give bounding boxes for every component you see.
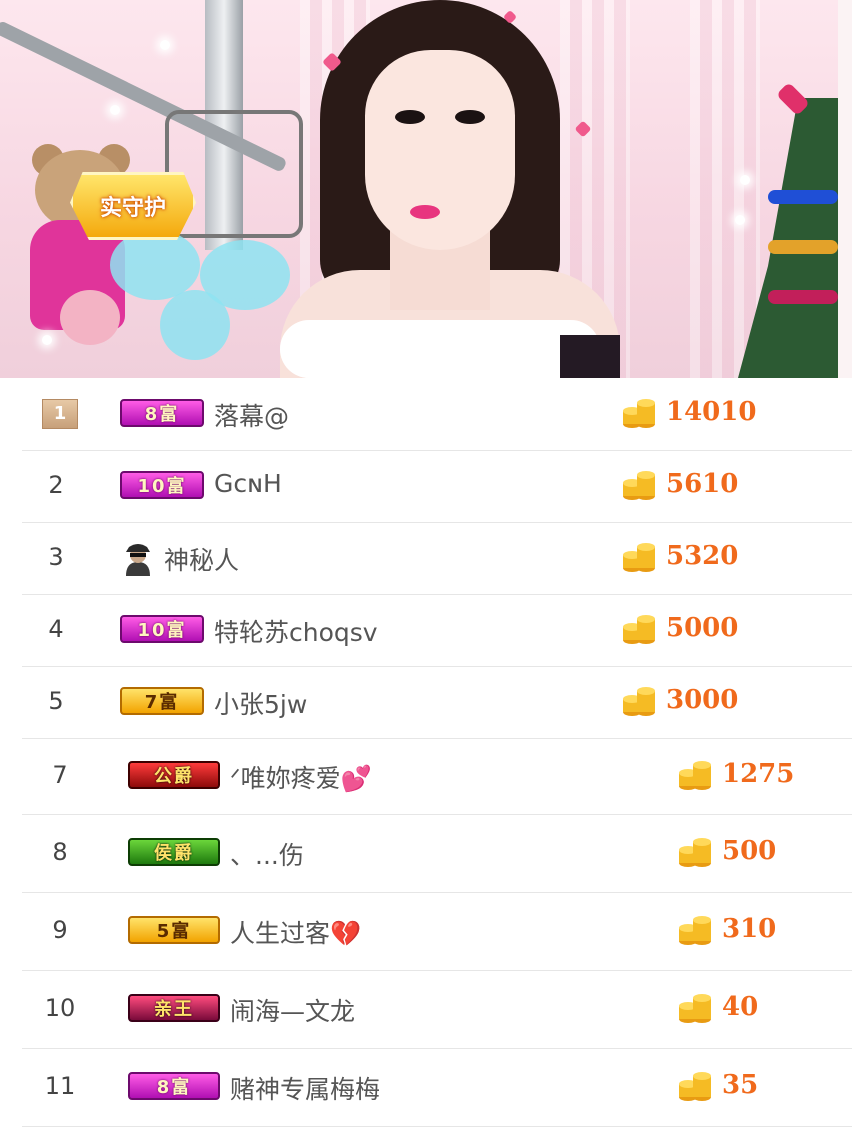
sparkle bbox=[110, 105, 120, 115]
coin-amount: 35 bbox=[722, 1070, 759, 1100]
ranking-row[interactable]: 11 8富 赌神专属梅梅 35 bbox=[22, 1048, 852, 1127]
guard-badge: 实守护 bbox=[70, 172, 196, 240]
gold-coin-stack-icon bbox=[623, 615, 655, 644]
coin-amount: 5320 bbox=[666, 541, 739, 571]
mystery-user-icon bbox=[126, 544, 150, 576]
user-level-badge: 10富 bbox=[120, 615, 204, 643]
stream-frame-edge bbox=[838, 0, 852, 378]
ranking-row[interactable]: 5 7富 小张5jw 3000 bbox=[22, 666, 852, 739]
rank-number: 11 bbox=[44, 1072, 76, 1100]
rank-number: 10 bbox=[44, 994, 76, 1022]
christmas-tree-decoration bbox=[738, 80, 838, 378]
username[interactable]: 人生过客💔 bbox=[230, 914, 361, 950]
user-level-badge: 8富 bbox=[128, 1072, 220, 1100]
coin-amount: 14010 bbox=[666, 397, 757, 427]
username[interactable]: 赌神专属梅梅 bbox=[230, 1070, 380, 1106]
username[interactable]: 神秘人 bbox=[164, 541, 239, 577]
coin-amount: 1275 bbox=[722, 759, 795, 789]
blue-bow-decoration bbox=[110, 220, 300, 370]
gold-coin-stack-icon bbox=[623, 471, 655, 500]
rank-first-badge: 1 bbox=[42, 399, 78, 429]
user-level-badge: 侯爵 bbox=[128, 838, 220, 866]
ranking-row[interactable]: 4 10富 特轮苏choqsv 5000 bbox=[22, 594, 852, 667]
ranking-row[interactable]: 3 神秘人 5320 bbox=[22, 522, 852, 595]
ranking-row[interactable]: 9 5富 人生过客💔 310 bbox=[22, 892, 852, 971]
username[interactable]: 落幕@ bbox=[214, 397, 289, 433]
ranking-row[interactable]: 7 公爵 ᐟ唯妳疼爱💕 1275 bbox=[22, 738, 852, 815]
rank-number: 7 bbox=[52, 761, 68, 789]
gold-coin-stack-icon bbox=[679, 994, 711, 1023]
user-level-badge: 8富 bbox=[120, 399, 204, 427]
coin-amount: 40 bbox=[722, 992, 759, 1022]
rank-number: 9 bbox=[52, 916, 68, 944]
user-level-badge: 公爵 bbox=[128, 761, 220, 789]
user-level-badge: 5富 bbox=[128, 916, 220, 944]
sparkle bbox=[740, 175, 750, 185]
gold-coin-stack-icon bbox=[623, 399, 655, 428]
username[interactable]: GᴄɴH bbox=[214, 469, 282, 498]
coin-amount: 3000 bbox=[666, 685, 739, 715]
coin-amount: 5000 bbox=[666, 613, 739, 643]
gold-coin-stack-icon bbox=[679, 838, 711, 867]
username[interactable]: 、...伤 bbox=[230, 836, 304, 872]
live-stream-video[interactable]: 实守护 bbox=[0, 0, 838, 378]
coin-amount: 5610 bbox=[666, 469, 739, 499]
username[interactable]: ᐟ唯妳疼爱💕 bbox=[230, 759, 372, 795]
user-level-badge: 亲王 bbox=[128, 994, 220, 1022]
ranking-row[interactable]: 2 10富 GᴄɴH 5610 bbox=[22, 450, 852, 523]
ranking-row[interactable]: 10 亲王 闹海—文龙 40 bbox=[22, 970, 852, 1049]
rank-number: 2 bbox=[48, 471, 64, 499]
gold-coin-stack-icon bbox=[679, 916, 711, 945]
ranking-row[interactable]: 8 侯爵 、...伤 500 bbox=[22, 814, 852, 893]
coin-amount: 310 bbox=[722, 914, 777, 944]
gold-coin-stack-icon bbox=[623, 687, 655, 716]
gold-coin-stack-icon bbox=[623, 543, 655, 572]
rank-number: 3 bbox=[48, 543, 64, 571]
username[interactable]: 特轮苏choqsv bbox=[214, 613, 378, 649]
rank-number: 8 bbox=[52, 838, 68, 866]
sparkle bbox=[735, 215, 745, 225]
rank-number: 5 bbox=[48, 687, 64, 715]
sparkle bbox=[42, 335, 52, 345]
sparkle bbox=[160, 40, 170, 50]
ranking-row[interactable]: 1 8富 落幕@ 14010 bbox=[22, 378, 852, 451]
coin-amount: 500 bbox=[722, 836, 777, 866]
gold-coin-stack-icon bbox=[679, 1072, 711, 1101]
user-level-badge: 10富 bbox=[120, 471, 204, 499]
user-level-badge: 7富 bbox=[120, 687, 204, 715]
username[interactable]: 闹海—文龙 bbox=[230, 992, 355, 1028]
rank-number: 4 bbox=[48, 615, 64, 643]
gold-coin-stack-icon bbox=[679, 761, 711, 790]
contribution-ranking-list: 1 8富 落幕@ 14010 2 10富 GᴄɴH 5610 3 神秘人 5320 4 10富 特轮苏ch… bbox=[0, 378, 852, 1134]
username[interactable]: 小张5jw bbox=[214, 685, 307, 721]
